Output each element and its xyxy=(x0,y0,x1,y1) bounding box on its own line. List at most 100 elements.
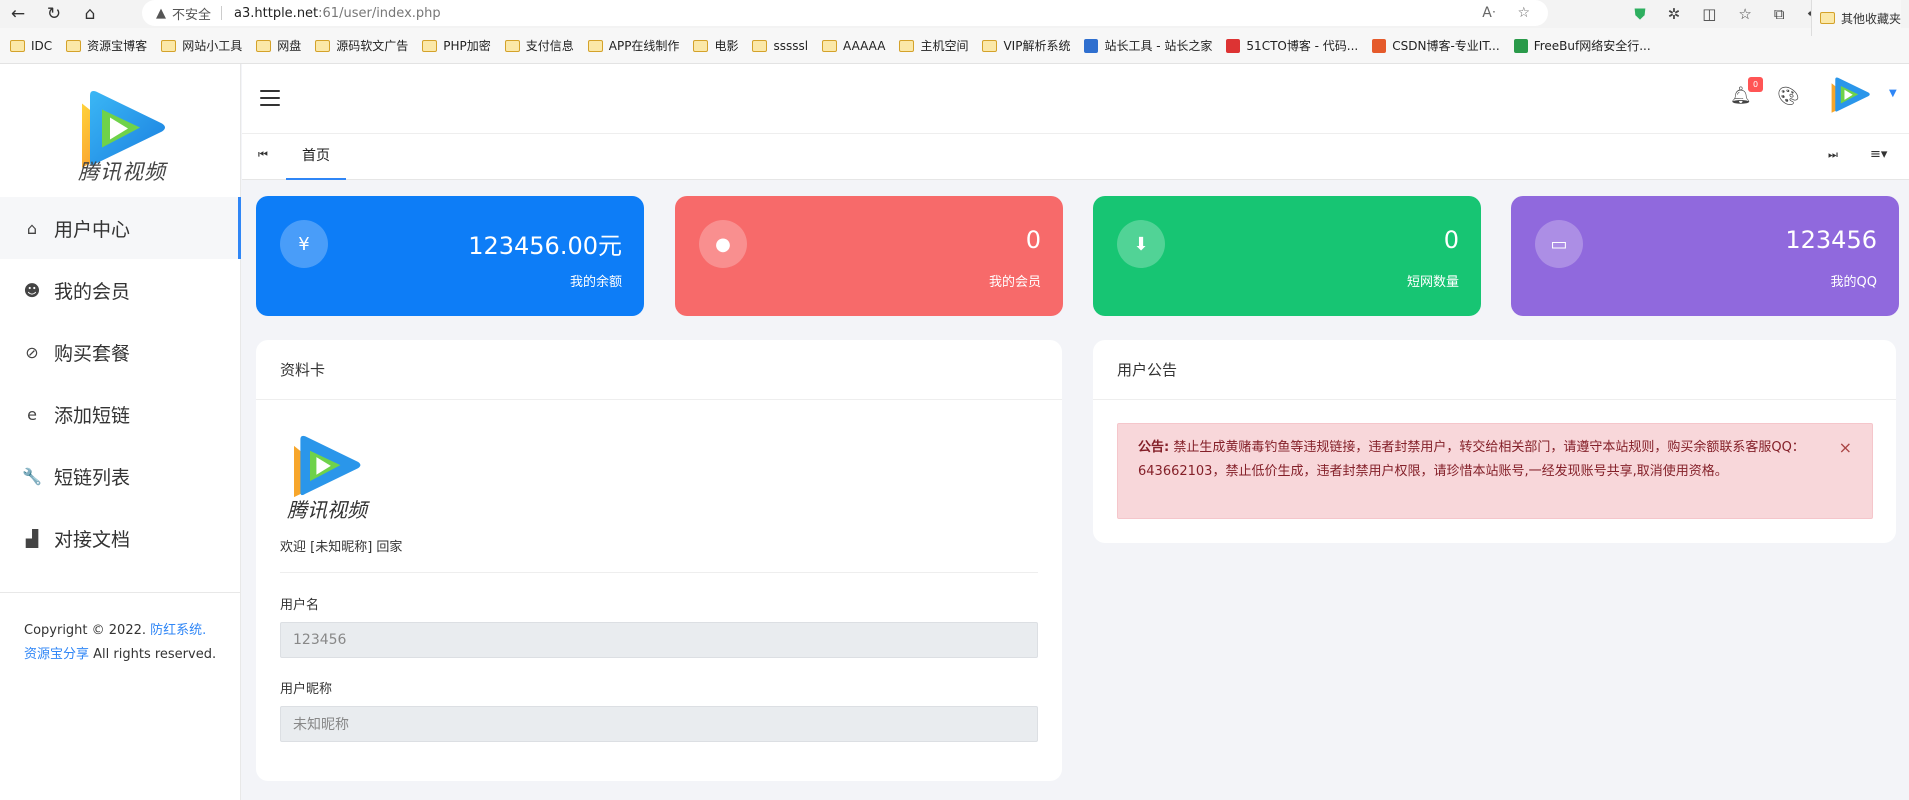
bookmark-item[interactable]: 资源宝博客 xyxy=(66,37,147,54)
bookmark-item[interactable]: 电影 xyxy=(693,37,738,54)
close-icon[interactable]: × xyxy=(1839,436,1852,460)
sidebar-menu: ⌂ 用户中心 ☻ 我的会员 ⊘ 购买套餐 e 添加短链 🔧 短链列表 ▟ 对接文档 xyxy=(0,197,241,569)
copyright: Copyright © 2022. 防红系统. 资源宝分享 All rights… xyxy=(0,592,241,667)
nickname-input[interactable] xyxy=(280,706,1038,742)
bookmark-label: CSDN博客-专业IT... xyxy=(1392,39,1500,53)
folder-icon xyxy=(161,39,177,52)
username-label: 用户名 xyxy=(280,598,320,613)
bookmark-item[interactable]: CSDN博客-专业IT... xyxy=(1372,37,1500,54)
other-bookmarks-folder[interactable]: 其他收藏夹 xyxy=(1810,0,1901,36)
insecure-label: 不安全 xyxy=(172,7,212,23)
bookmark-label: 站长工具 - 站长之家 xyxy=(1104,39,1213,53)
stat-card-3: ⬇ 0 短网数量 xyxy=(1093,196,1481,316)
sidebar-item-1[interactable]: ⌂ 用户中心 xyxy=(0,197,241,259)
bookmark-item[interactable]: 支付信息 xyxy=(504,37,574,54)
stat-label: 我的余额 xyxy=(569,275,622,290)
sidebar-item-6[interactable]: ▟ 对接文档 xyxy=(0,507,241,569)
folder-icon xyxy=(256,39,272,52)
bookmark-item[interactable]: VIP解析系统 xyxy=(982,37,1070,54)
bookmark-label: AAAAA xyxy=(843,38,886,53)
announcement-text: 禁止生成黄赌毒钓鱼等违规链接，违者封禁用户，转交给相关部门，请遵守本站规则，购买… xyxy=(1138,440,1805,479)
sidebar-item-label: 短链列表 xyxy=(54,466,131,489)
shield-extension-icon[interactable]: ⛊ xyxy=(1634,5,1645,23)
tab-scroll-right-icon[interactable]: ⏭ xyxy=(1828,148,1838,162)
home-icon[interactable]: ⌂ xyxy=(72,0,108,28)
folder-icon xyxy=(899,39,915,52)
favorites-icon[interactable]: ☆ xyxy=(1738,5,1751,23)
user-avatar[interactable] xyxy=(1827,74,1873,122)
folder-icon xyxy=(1819,12,1835,24)
user-icon: ● xyxy=(699,220,747,268)
bookmark-label: IDC xyxy=(31,38,53,53)
tab-bar: ⏮ 首页 ⏭ ≡▾ xyxy=(242,134,1909,180)
profile-divider xyxy=(280,572,1038,573)
profile-logo-text: 腾讯视频 xyxy=(287,498,367,522)
stat-value: 0 xyxy=(1443,226,1459,254)
bar-chart-icon: ▟ xyxy=(25,528,39,548)
sidebar-item-2[interactable]: ☻ 我的会员 xyxy=(0,259,241,321)
tab-options-icon[interactable]: ≡▾ xyxy=(1870,147,1887,162)
stat-value: 0 xyxy=(1025,226,1041,254)
dashboard-icon: ⌂ xyxy=(26,218,38,238)
bookmark-label: 网盘 xyxy=(277,39,302,53)
bookmark-item[interactable]: APP在线制作 xyxy=(587,37,679,54)
url-host: a3.httple.net xyxy=(234,5,319,21)
folder-icon xyxy=(822,39,838,52)
bookmark-item[interactable]: PHP加密 xyxy=(422,37,491,54)
stat-card-2: ● 0 我的会员 xyxy=(675,196,1063,316)
copyright-suffix: All rights reserved. xyxy=(93,647,217,662)
download-arrow-icon: ⬇ xyxy=(1117,220,1165,268)
read-aloud-icon[interactable]: Aᐧ xyxy=(1482,5,1495,21)
folder-icon xyxy=(66,39,82,52)
folder-icon xyxy=(10,39,25,52)
hamburger-menu-icon[interactable] xyxy=(260,90,280,106)
folder-icon xyxy=(752,39,768,52)
bookmark-item[interactable]: IDC xyxy=(10,39,52,53)
split-screen-icon[interactable]: ◫ xyxy=(1702,5,1716,23)
reload-icon[interactable]: ↻ xyxy=(36,0,72,28)
tab-home[interactable]: 首页 xyxy=(286,134,346,180)
extensions-puzzle-icon[interactable]: ✲ xyxy=(1668,5,1681,23)
sidebar-item-5[interactable]: 🔧 短链列表 xyxy=(0,445,241,507)
bookmark-item[interactable]: 源码软文广告 xyxy=(315,37,408,54)
palette-icon[interactable]: 🎨︎ xyxy=(1777,86,1800,107)
welcome-text: 欢迎 [未知昵称] 回家 xyxy=(280,540,403,555)
announcement-prefix: 公告: xyxy=(1138,440,1170,455)
stat-value: 123456.00元 xyxy=(468,232,622,260)
bookmark-item[interactable]: sssssl xyxy=(752,39,808,53)
bookmark-label: 资源宝博客 xyxy=(87,39,148,53)
sidebar: 腾讯视频 ⌂ 用户中心 ☻ 我的会员 ⊘ 购买套餐 e 添加短链 🔧 短链列表 ▟ 对接文档 Copy… xyxy=(0,64,241,800)
bookmark-label: sssssl xyxy=(773,38,809,53)
bookmark-item[interactable]: 站长工具 - 站长之家 xyxy=(1084,37,1212,54)
bookmark-label: 网站小工具 xyxy=(182,39,243,53)
site-favicon-icon xyxy=(1372,38,1387,53)
address-bar[interactable]: ▲ 不安全 a3.httple.net:61/user/index.php Aᐧ… xyxy=(142,0,1548,26)
copyright-link-ziyuanbao[interactable]: 资源宝分享 xyxy=(24,647,89,662)
stat-label: 短网数量 xyxy=(1406,275,1459,290)
bookmark-item[interactable]: AAAAA xyxy=(822,39,885,53)
bookmark-item[interactable]: FreeBuf网络安全行... xyxy=(1513,37,1651,54)
compass-icon: ⊘ xyxy=(25,342,39,362)
bookmark-label: 支付信息 xyxy=(525,39,574,53)
sidebar-item-label: 添加短链 xyxy=(54,404,131,427)
stat-value: 123456 xyxy=(1785,226,1877,254)
bookmark-item[interactable]: 主机空间 xyxy=(899,37,968,54)
yen-icon: ¥ xyxy=(280,220,328,268)
tab-scroll-left-icon[interactable]: ⏮ xyxy=(258,148,268,162)
username-input[interactable] xyxy=(280,622,1038,658)
bookmark-item[interactable]: 51CTO博客 - 代码... xyxy=(1226,37,1358,54)
top-header: 🔔︎ 0 🎨︎ ▼ xyxy=(242,64,1909,134)
back-arrow-icon[interactable]: ← xyxy=(0,0,36,28)
bookmark-item[interactable]: 网盘 xyxy=(256,37,301,54)
copyright-link-fanghong[interactable]: 防红系统. xyxy=(150,623,206,638)
sidebar-item-4[interactable]: e 添加短链 xyxy=(0,383,241,445)
chat-bubble-icon: ▭ xyxy=(1535,220,1583,268)
bookmark-item[interactable]: 网站小工具 xyxy=(161,37,242,54)
sidebar-item-3[interactable]: ⊘ 购买套餐 xyxy=(0,321,241,383)
collections-icon[interactable]: ⧉ xyxy=(1774,5,1785,23)
edge-e-icon: e xyxy=(27,404,37,424)
favorite-star-icon[interactable]: ☆ xyxy=(1517,5,1530,21)
caret-down-icon[interactable]: ▼ xyxy=(1889,88,1897,99)
sidebar-item-label: 用户中心 xyxy=(54,218,131,241)
sidebar-item-label: 我的会员 xyxy=(54,280,131,303)
